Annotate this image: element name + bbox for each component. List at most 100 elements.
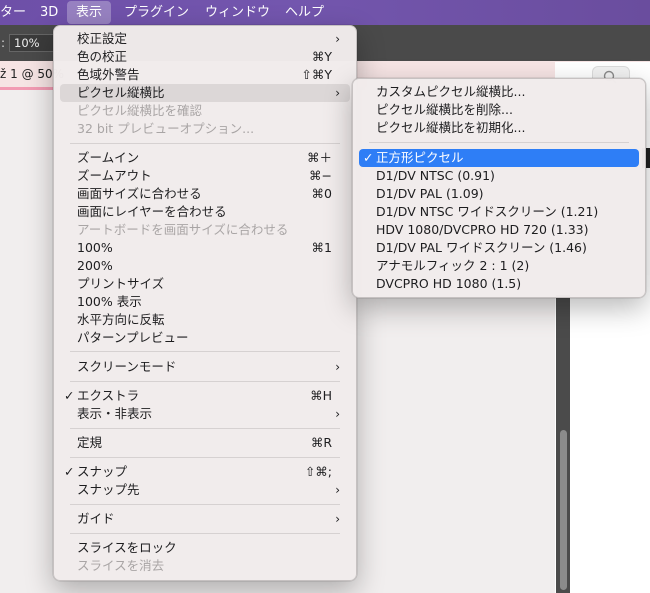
menu-item-proof-colors[interactable]: 色の校正 ⌘Y	[60, 48, 350, 66]
menu-item-lock-slices[interactable]: スライスをロック	[60, 539, 350, 557]
menu-item-square-pixels[interactable]: ✓ 正方形ピクセル	[359, 149, 639, 167]
menu-item-label: 水平方向に反転	[77, 312, 165, 327]
menu-item-d1-ntsc-wide[interactable]: D1/DV NTSC ワイドスクリーン (1.21)	[359, 203, 639, 221]
menu-item-zoom-out[interactable]: ズームアウト ⌘−	[60, 167, 350, 185]
menu-item-label: アナモルフィック 2 : 1 (2)	[376, 258, 530, 273]
menu-separator	[369, 142, 629, 143]
menu-item-label: パターンプレビュー	[77, 330, 189, 345]
menu-item-label: 100%	[77, 240, 113, 255]
shortcut-label: ⌘1	[311, 240, 332, 255]
menu-item-gamut-warning[interactable]: 色域外警告 ⇧⌘Y	[60, 66, 350, 84]
shortcut-label: ⌘−	[309, 168, 332, 183]
menu-help[interactable]: ヘルプ	[276, 0, 333, 25]
chevron-right-icon: ›	[335, 407, 340, 421]
shortcut-label: ⌘Y	[311, 49, 332, 64]
menu-item-label: スライスを消去	[77, 558, 165, 573]
menu-item-label: D1/DV NTSC (0.91)	[376, 168, 495, 183]
menu-separator	[70, 504, 340, 505]
menu-item-label: 校正設定	[77, 31, 128, 46]
shortcut-label: ⇧⌘Y	[301, 67, 332, 82]
menu-item-label: スクリーンモード	[77, 359, 177, 374]
chevron-right-icon: ›	[335, 86, 340, 100]
menu-3d[interactable]: 3D	[31, 0, 67, 25]
menu-item-label: スナップ先	[77, 482, 140, 497]
menu-separator	[70, 428, 340, 429]
chevron-right-icon: ›	[335, 483, 340, 497]
menu-item-pixel-aspect-correction: ピクセル縦横比を確認	[60, 102, 350, 120]
menu-item-reset-pixel-aspect[interactable]: ピクセル縦横比を初期化...	[359, 119, 639, 137]
menu-separator	[70, 351, 340, 352]
menu-item-proof-setup[interactable]: 校正設定 ›	[60, 30, 350, 48]
menu-item-rulers[interactable]: 定規 ⌘R	[60, 434, 350, 452]
menu-item-100-percent[interactable]: 100% ⌘1	[60, 239, 350, 257]
menu-item-print-size[interactable]: プリントサイズ	[60, 275, 350, 293]
menu-item-label: 色域外警告	[77, 67, 140, 82]
menu-item-snap[interactable]: ✓ スナップ ⇧⌘;	[60, 463, 350, 481]
menu-item-label: 色の校正	[77, 49, 128, 64]
menu-item-dvcpro-hd-1080[interactable]: DVCPRO HD 1080 (1.5)	[359, 275, 639, 293]
menu-window[interactable]: ウィンドウ	[196, 0, 279, 25]
menu-item-label: プリントサイズ	[77, 276, 165, 291]
zoom-prefix: :	[1, 36, 6, 50]
menu-item-show[interactable]: 表示・非表示 ›	[60, 405, 350, 423]
menu-item-label: 100% 表示	[77, 294, 142, 309]
menu-item-label: D1/DV PAL ワイドスクリーン (1.46)	[376, 240, 587, 255]
menu-item-label: 32 bit プレビューオプション...	[77, 121, 255, 136]
scrollbar-thumb[interactable]	[560, 430, 567, 590]
menu-plugins[interactable]: プラグイン	[115, 0, 198, 25]
menu-item-pixel-aspect-ratio[interactable]: ピクセル縦横比 ›	[60, 84, 350, 102]
menu-item-label: 画面サイズに合わせる	[77, 186, 202, 201]
shortcut-label: ⌘0	[311, 186, 332, 201]
menu-item-d1-ntsc[interactable]: D1/DV NTSC (0.91)	[359, 167, 639, 185]
menu-item-200-percent[interactable]: 200%	[60, 257, 350, 275]
menu-item-label: D1/DV NTSC ワイドスクリーン (1.21)	[376, 204, 599, 219]
menu-item-flip-horizontal[interactable]: 水平方向に反転	[60, 311, 350, 329]
menu-item-label: ピクセル縦横比を削除...	[376, 102, 513, 117]
menu-item-label: 正方形ピクセル	[376, 150, 464, 165]
menu-separator	[70, 533, 340, 534]
menu-item-d1-pal[interactable]: D1/DV PAL (1.09)	[359, 185, 639, 203]
menu-item-hdv-1080[interactable]: HDV 1080/DVCPRO HD 720 (1.33)	[359, 221, 639, 239]
menu-item-label: カスタムピクセル縦横比...	[376, 84, 526, 99]
menu-item-label: 定規	[77, 435, 103, 450]
shortcut-label: ⇧⌘;	[304, 464, 332, 479]
pixel-aspect-ratio-submenu: カスタムピクセル縦横比... ピクセル縦横比を削除... ピクセル縦横比を初期化…	[352, 78, 646, 298]
menu-item-clear-slices: スライスを消去	[60, 557, 350, 575]
menu-item-label: スナップ	[77, 464, 128, 479]
menu-item-extras[interactable]: ✓ エクストラ ⌘H	[60, 387, 350, 405]
checkmark-icon: ✓	[363, 150, 374, 165]
menu-item-delete-pixel-aspect[interactable]: ピクセル縦横比を削除...	[359, 101, 639, 119]
menu-item-label: ピクセル縦横比	[77, 85, 165, 100]
menu-item-label: アートボードを画面サイズに合わせる	[77, 222, 289, 237]
menu-item-screen-mode[interactable]: スクリーンモード ›	[60, 358, 350, 376]
menu-item-custom-pixel-aspect[interactable]: カスタムピクセル縦横比...	[359, 83, 639, 101]
menu-item-fit-artboard: アートボードを画面サイズに合わせる	[60, 221, 350, 239]
menu-separator	[70, 381, 340, 382]
menu-item-d1-pal-wide[interactable]: D1/DV PAL ワイドスクリーン (1.46)	[359, 239, 639, 257]
menu-item-label: 画面にレイヤーを合わせる	[77, 204, 227, 219]
menu-item-fit-layers[interactable]: 画面にレイヤーを合わせる	[60, 203, 350, 221]
menu-item-actual-size[interactable]: 100% 表示	[60, 293, 350, 311]
checkmark-icon: ✓	[64, 464, 75, 479]
menu-item-label: ガイド	[77, 511, 115, 526]
menu-item-label: ピクセル縦横比を初期化...	[376, 120, 526, 135]
menu-item-anamorphic[interactable]: アナモルフィック 2 : 1 (2)	[359, 257, 639, 275]
menu-item-zoom-in[interactable]: ズームイン ⌘＋	[60, 149, 350, 167]
menu-item-guides[interactable]: ガイド ›	[60, 510, 350, 528]
menu-view[interactable]: 表示	[67, 1, 112, 24]
menu-item-label: ズームイン	[77, 150, 140, 165]
menu-item-fit-on-screen[interactable]: 画面サイズに合わせる ⌘0	[60, 185, 350, 203]
zoom-field[interactable]: 10%	[9, 34, 59, 52]
menu-item-label: 表示・非表示	[77, 406, 153, 421]
menu-item-label: HDV 1080/DVCPRO HD 720 (1.33)	[376, 222, 589, 237]
menu-item-snap-to[interactable]: スナップ先 ›	[60, 481, 350, 499]
menu-item-label: エクストラ	[77, 388, 140, 403]
menu-separator	[70, 143, 340, 144]
menu-item-pattern-preview[interactable]: パターンプレビュー	[60, 329, 350, 347]
chevron-right-icon: ›	[335, 512, 340, 526]
menu-filter[interactable]: ター	[0, 0, 35, 25]
menu-separator	[70, 457, 340, 458]
menu-bar: ター 3D 表示 プラグイン ウィンドウ ヘルプ	[0, 0, 650, 25]
menu-item-32bit-preview: 32 bit プレビューオプション...	[60, 120, 350, 138]
menu-item-label: スライスをロック	[77, 540, 177, 555]
